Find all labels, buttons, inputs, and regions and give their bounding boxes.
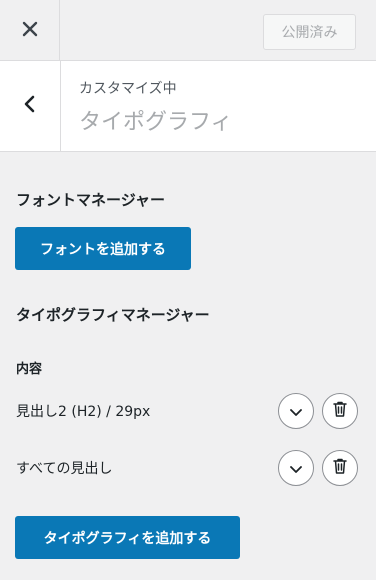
back-button[interactable] [0,61,61,151]
delete-button[interactable] [322,393,358,429]
chevron-down-icon [290,459,302,478]
breadcrumb: カスタマイズ中 [79,81,177,97]
page-title: タイポグラフィ [79,110,233,135]
list-item: すべての見出し [0,448,376,488]
publish-button[interactable]: 公開済み [263,14,356,50]
typography-item-label: すべての見出し [16,461,113,477]
close-icon [22,21,38,41]
chevron-down-icon [290,402,302,421]
typography-manager-heading: タイポグラフィマネージャー [16,306,210,324]
typography-item-label: 見出し2 (H2) / 29px [16,404,151,420]
close-button[interactable] [0,0,60,61]
trash-icon [333,458,347,478]
section-header: カスタマイズ中 タイポグラフィ [0,61,376,152]
customizer-topbar: 公開済み [0,0,376,61]
trash-icon [333,401,347,421]
list-item: 見出し2 (H2) / 29px [0,391,376,431]
add-typography-button[interactable]: タイポグラフィを追加する [15,516,240,559]
chevron-left-icon [23,95,37,117]
expand-button[interactable] [278,450,314,486]
delete-button[interactable] [322,450,358,486]
add-font-button[interactable]: フォントを追加する [15,227,191,270]
font-manager-heading: フォントマネージャー [16,191,165,209]
expand-button[interactable] [278,393,314,429]
content-label: 内容 [16,362,43,377]
